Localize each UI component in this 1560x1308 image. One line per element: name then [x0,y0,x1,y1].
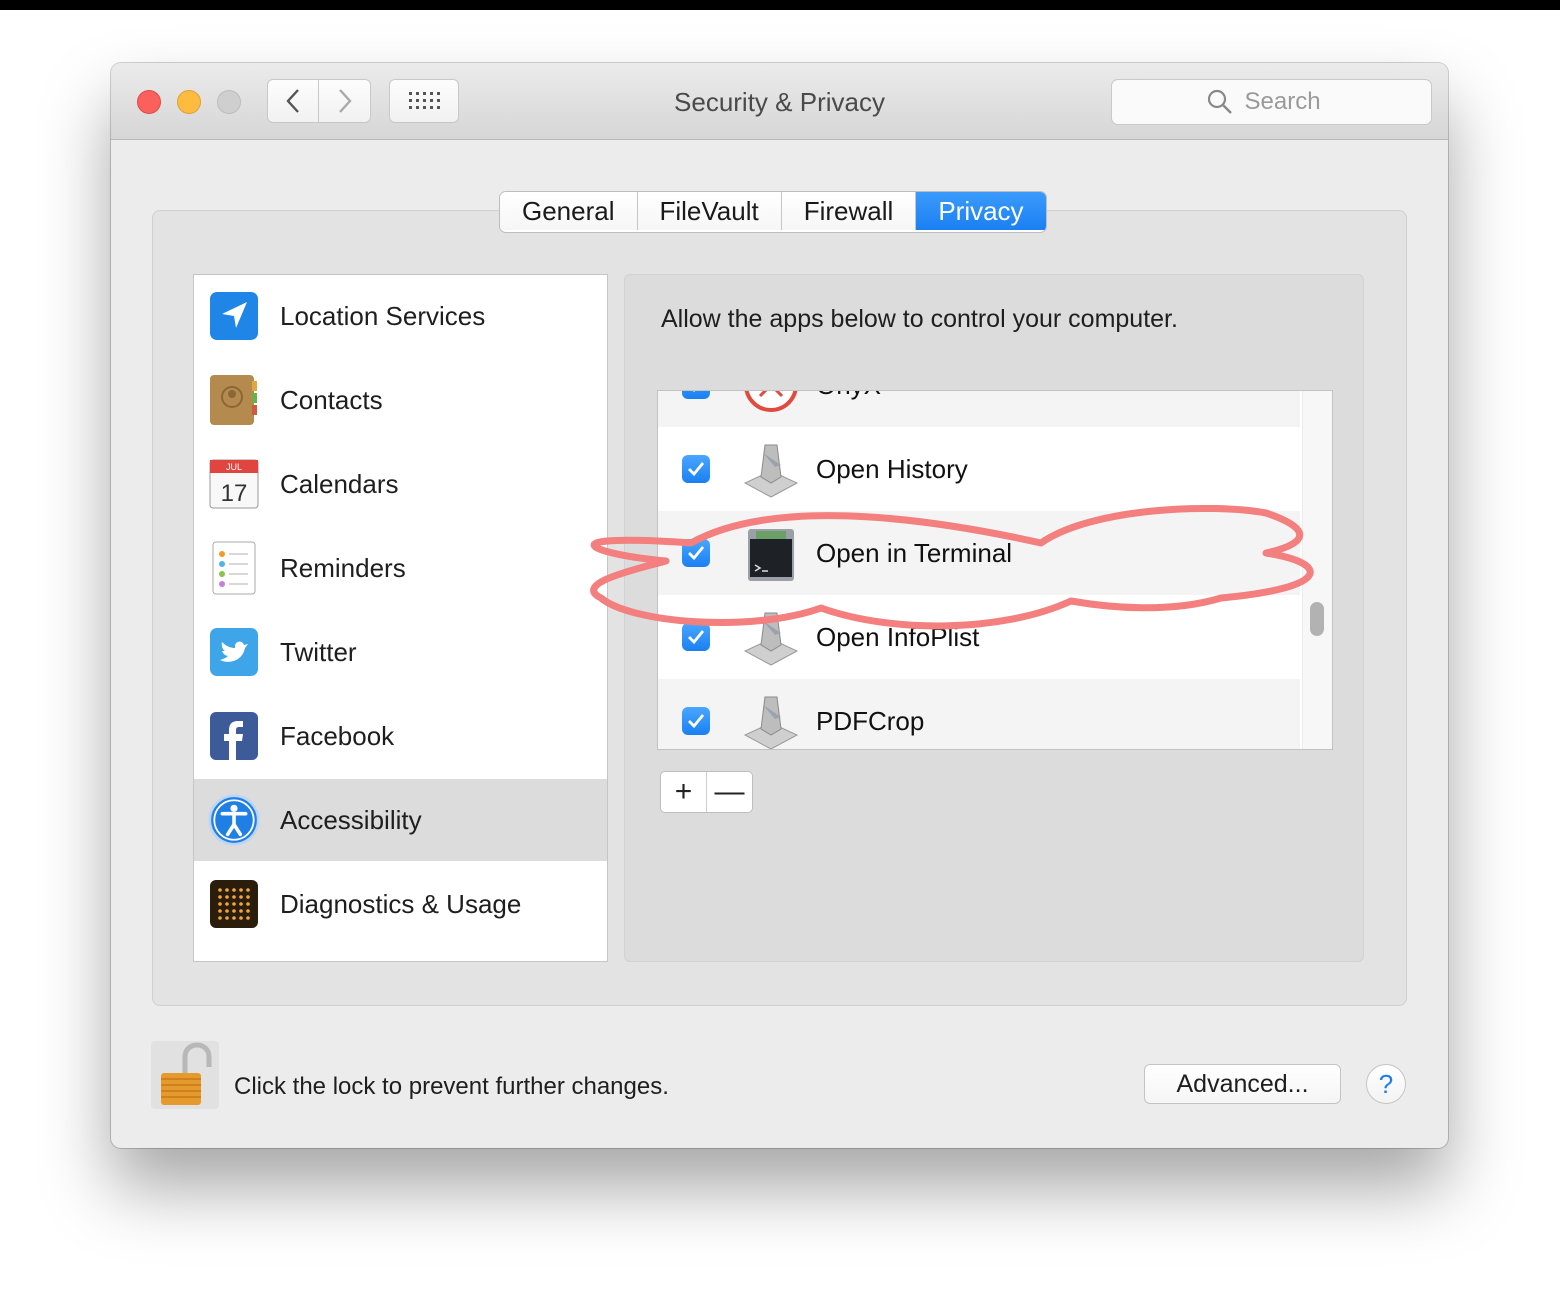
sidebar-item-label: Calendars [280,468,399,499]
pane-description: Allow the apps below to control your com… [661,305,1178,333]
reminders-icon [208,541,260,595]
sidebar-item-facebook[interactable]: Facebook [194,695,607,777]
calendar-icon: JUL 17 [208,458,260,510]
privacy-category-list: Location Services Contacts JUL 17 Calend… [193,274,608,962]
location-arrow-icon [208,290,260,342]
sidebar-item-label: Twitter [280,636,357,667]
add-app-button[interactable]: + [661,772,707,812]
search-icon [1207,89,1232,114]
tab-firewall[interactable]: Firewall [781,192,917,230]
twitter-icon [208,626,260,678]
sidebar-item-label: Contacts [280,384,383,415]
app-checkbox[interactable] [682,707,710,735]
lock-button[interactable] [151,1041,219,1109]
remove-app-button[interactable]: — [707,772,752,812]
advanced-button[interactable]: Advanced... [1144,1064,1341,1104]
sidebar-item-label: Location Services [280,300,486,331]
sidebar-item-label: Diagnostics & Usage [280,888,522,919]
sidebar-item-twitter[interactable]: Twitter [194,611,607,693]
sidebar-item-label: Accessibility [280,804,422,835]
help-button[interactable]: ? [1366,1064,1406,1104]
facebook-icon [208,710,260,762]
checkmark-icon [688,462,705,477]
search-field[interactable] [1111,79,1432,125]
checkmark-icon [688,714,705,729]
contacts-icon [208,374,260,426]
lock-status-text: Click the lock to prevent further change… [234,1073,669,1100]
search-input[interactable] [1242,87,1337,117]
add-remove-control: + — [660,771,753,813]
unlocked-padlock-icon [161,1042,212,1105]
tab-privacy[interactable]: Privacy [916,192,1046,230]
sidebar-item-label: Reminders [280,552,406,583]
sidebar-item-contacts[interactable]: Contacts [194,359,607,441]
accessibility-icon [208,794,260,846]
sidebar-item-accessibility[interactable]: Accessibility [194,779,607,861]
tab-general[interactable]: General [500,192,638,230]
sidebar-item-label: Facebook [280,720,395,751]
tab-bar: General FileVault Firewall Privacy [499,191,1047,233]
app-name: Open History [816,453,968,484]
screen-top-bar [0,0,1560,10]
sidebar-item-location-services[interactable]: Location Services [194,275,607,357]
app-name: OnyX [816,391,881,401]
highlight-annotation [590,504,1314,630]
list-item-pdfcrop[interactable]: PDFCrop [658,679,1300,749]
sidebar-item-calendars[interactable]: JUL 17 Calendars [194,443,607,525]
app-name: PDFCrop [816,705,925,736]
checkmark-icon [693,391,695,393]
sidebar-item-reminders[interactable]: Reminders [194,527,607,609]
preferences-window: Security & Privacy General FileVault Fir… [111,63,1448,1148]
title-bar: Security & Privacy [111,63,1448,140]
tab-filevault[interactable]: FileVault [637,192,782,230]
app-checkbox[interactable] [682,455,710,483]
sidebar-item-diagnostics[interactable]: Diagnostics & Usage [194,863,607,945]
onyx-icon [740,391,802,416]
app-checkbox[interactable] [682,391,710,399]
automator-icon [740,690,802,749]
calendar-icon-day: 17 [221,480,248,507]
calendar-icon-month: JUL [226,462,242,472]
list-item-onyx[interactable]: OnyX [658,391,1300,427]
diagnostics-icon [208,878,260,930]
